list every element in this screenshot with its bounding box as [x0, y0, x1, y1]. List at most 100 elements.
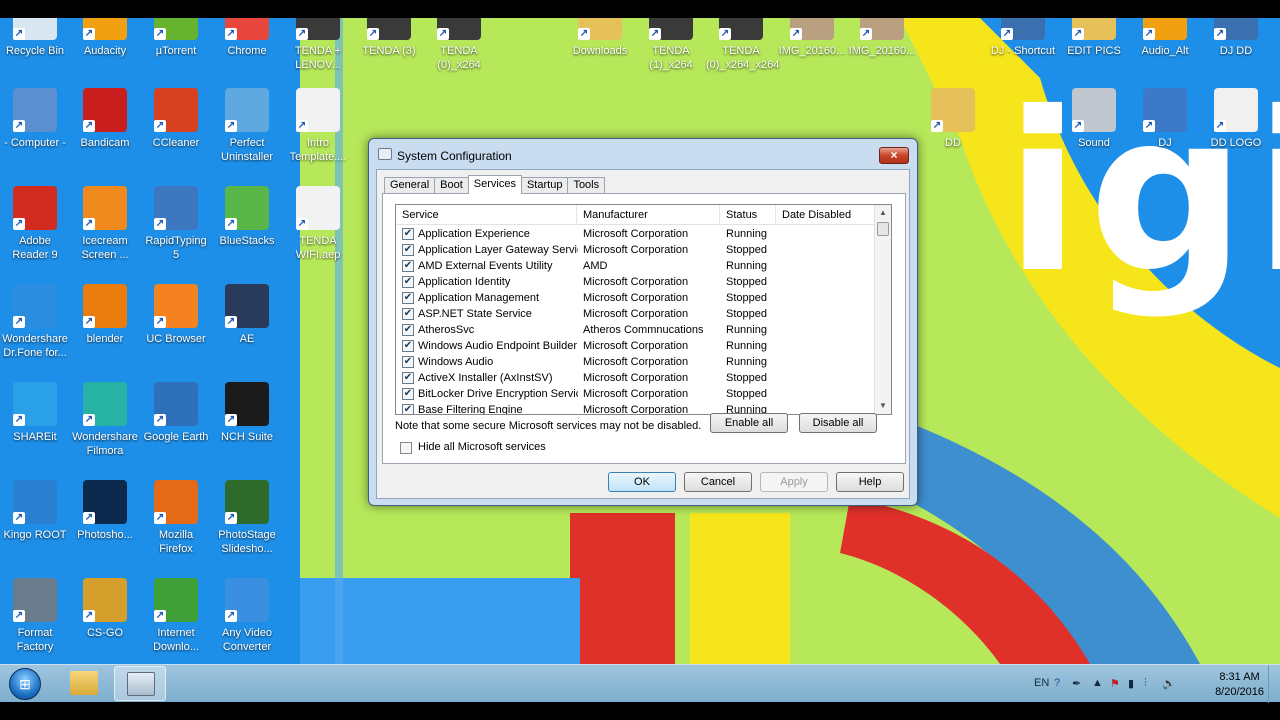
services-list[interactable]: Service Manufacturer Status Date Disable…	[395, 204, 892, 415]
desktop-icon[interactable]: Sound	[1059, 88, 1129, 150]
service-checkbox[interactable]: ✔	[402, 340, 414, 352]
desktop-icon[interactable]: IMG_20160...	[777, 18, 847, 58]
desktop-icon[interactable]: TENDA (0)_x264_x264	[706, 18, 779, 72]
desktop-icon[interactable]: UC Browser	[141, 284, 211, 346]
help-icon[interactable]: ?	[1054, 677, 1060, 689]
service-checkbox[interactable]: ✔	[402, 260, 414, 272]
table-row[interactable]: ✔ Application Experience Microsoft Corpora…	[396, 226, 876, 242]
desktop-icon[interactable]: DJ DD	[1201, 18, 1271, 58]
desktop-icon[interactable]: DJ	[1130, 88, 1200, 150]
tab-startup[interactable]: Startup	[520, 177, 569, 194]
network-icon[interactable]: ⫶	[1144, 677, 1147, 690]
desktop-icon[interactable]: TENDA + LENOV...	[283, 18, 353, 72]
desktop-icon[interactable]: Google Earth	[141, 382, 211, 444]
tab-general[interactable]: General	[384, 177, 436, 194]
cancel-button[interactable]: Cancel	[684, 472, 752, 492]
desktop-icon[interactable]: EDIT PICS	[1059, 18, 1129, 58]
desktop-icon[interactable]: AE	[212, 284, 282, 346]
clock[interactable]: 8:31 AM 8/20/2016	[1215, 670, 1264, 700]
desktop-icon[interactable]: DD LOGO	[1201, 88, 1271, 150]
desktop-icon[interactable]: NCH Suite	[212, 382, 282, 444]
service-checkbox[interactable]: ✔	[402, 388, 414, 400]
service-checkbox[interactable]: ✔	[402, 356, 414, 368]
desktop-icon[interactable]: TENDA (0)_x264	[424, 18, 494, 72]
scroll-thumb[interactable]	[877, 222, 889, 236]
desktop-icon[interactable]: Intro Template....	[283, 88, 353, 164]
action-center-icon[interactable]: ⚑	[1110, 677, 1120, 690]
service-checkbox[interactable]: ✔	[402, 276, 414, 288]
desktop-icon[interactable]: Adobe Reader 9	[0, 186, 70, 262]
desktop-icon[interactable]: Chrome	[212, 18, 282, 58]
scroll-down-icon[interactable]: ▼	[875, 398, 891, 414]
desktop-icon[interactable]: DJ - Shortcut	[988, 18, 1058, 58]
service-checkbox[interactable]: ✔	[402, 372, 414, 384]
ok-button[interactable]: OK	[608, 472, 676, 492]
service-checkbox[interactable]: ✔	[402, 324, 414, 336]
table-row[interactable]: ✔ Application Identity Microsoft Corporati…	[396, 274, 876, 290]
apply-button[interactable]: Apply	[760, 472, 828, 492]
desktop-icon[interactable]: µTorrent	[141, 18, 211, 58]
desktop-icon[interactable]: CCleaner	[141, 88, 211, 150]
table-row[interactable]: ✔ BitLocker Drive Encryption Service Micro…	[396, 386, 876, 402]
column-header-manufacturer[interactable]: Manufacturer	[577, 205, 720, 225]
disable-all-button[interactable]: Disable all	[799, 413, 877, 433]
desktop-icon[interactable]: Audio_Alt	[1130, 18, 1200, 58]
desktop-icon[interactable]: Photosho...	[70, 480, 140, 542]
table-row[interactable]: ✔ ASP.NET State Service Microsoft Corporat…	[396, 306, 876, 322]
scroll-up-icon[interactable]: ▲	[875, 205, 891, 221]
desktop-icon[interactable]: DD	[918, 88, 988, 150]
desktop-icon[interactable]: Icecream Screen ...	[70, 186, 140, 262]
desktop-icon[interactable]: TENDA (1)_x264	[636, 18, 706, 72]
column-header-status[interactable]: Status	[720, 205, 776, 225]
desktop-icon[interactable]: TENDA WIFI.aep	[283, 186, 353, 262]
taskbar-msconfig-button[interactable]	[114, 666, 166, 701]
desktop-icon[interactable]: Wondershare Filmora	[70, 382, 140, 458]
service-checkbox[interactable]: ✔	[402, 404, 414, 414]
desktop-icon[interactable]: Perfect Uninstaller	[212, 88, 282, 164]
service-checkbox[interactable]: ✔	[402, 308, 414, 320]
service-checkbox[interactable]: ✔	[402, 292, 414, 304]
taskbar-explorer-button[interactable]	[58, 666, 110, 701]
desktop-icon[interactable]: SHAREit	[0, 382, 70, 444]
volume-icon[interactable]: 🔈	[1162, 677, 1176, 690]
table-row[interactable]: ✔ Windows Audio Endpoint Builder Microsoft…	[396, 338, 876, 354]
tab-tools[interactable]: Tools	[567, 177, 606, 194]
desktop-icon[interactable]: - Computer -	[0, 88, 70, 150]
tab-boot[interactable]: Boot	[434, 177, 469, 194]
table-row[interactable]: ✔ Application Management Microsoft Corpora…	[396, 290, 876, 306]
desktop-icon[interactable]: RapidTyping 5	[141, 186, 211, 262]
table-row[interactable]: ✔ ActiveX Installer (AxInstSV) Microsoft C…	[396, 370, 876, 386]
checkbox-box[interactable]	[400, 442, 412, 454]
enable-all-button[interactable]: Enable all	[710, 413, 788, 433]
desktop-icon[interactable]: CS-GO	[70, 578, 140, 640]
desktop-icon[interactable]: Audacity	[70, 18, 140, 58]
table-row[interactable]: ✔ Windows Audio Microsoft Corporation Runni…	[396, 354, 876, 370]
column-header-date-disabled[interactable]: Date Disabled	[776, 205, 876, 225]
desktop-icon[interactable]: IMG_20160...	[847, 18, 917, 58]
desktop-icon[interactable]: Recycle Bin	[0, 18, 70, 58]
show-desktop-button[interactable]	[1268, 665, 1280, 703]
desktop-icon[interactable]: Wondershare Dr.Fone for...	[0, 284, 70, 360]
help-button[interactable]: Help	[836, 472, 904, 492]
show-hidden-icons-icon[interactable]: ▲	[1092, 677, 1103, 689]
table-row[interactable]: ✔ Application Layer Gateway Service Micros…	[396, 242, 876, 258]
desktop-icon[interactable]: PhotoStage Slidesho...	[212, 480, 282, 556]
table-row[interactable]: ✔ AMD External Events Utility AMD Running	[396, 258, 876, 274]
title-bar[interactable]: System Configuration ×	[369, 139, 917, 169]
desktop-icon[interactable]: BlueStacks	[212, 186, 282, 248]
service-checkbox[interactable]: ✔	[402, 228, 414, 240]
desktop-icon[interactable]: Bandicam	[70, 88, 140, 150]
desktop-icon[interactable]: Any Video Converter	[212, 578, 282, 654]
battery-icon[interactable]: ▮	[1128, 677, 1134, 690]
close-button[interactable]: ×	[879, 147, 909, 164]
tab-services[interactable]: Services	[467, 175, 522, 194]
vertical-scrollbar[interactable]: ▲ ▼	[874, 205, 891, 414]
desktop-icon[interactable]: Downloads	[565, 18, 635, 58]
desktop-icon[interactable]: Mozilla Firefox	[141, 480, 211, 556]
table-row[interactable]: ✔ AtherosSvc Atheros Commnucations Running	[396, 322, 876, 338]
desktop-icon[interactable]: blender	[70, 284, 140, 346]
language-indicator[interactable]: EN	[1034, 677, 1049, 689]
column-header-service[interactable]: Service	[396, 205, 577, 225]
desktop-icon[interactable]: Kingo ROOT	[0, 480, 70, 542]
desktop-icon[interactable]: TENDA (3)	[354, 18, 424, 58]
